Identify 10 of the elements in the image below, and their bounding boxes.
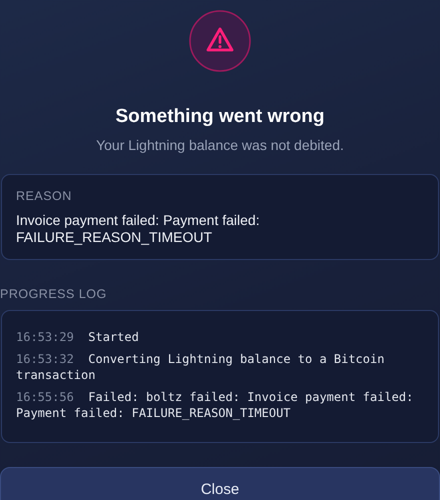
log-entry: 16:53:32 Converting Lightning balance to a Bitcoin transaction bbox=[16, 350, 386, 384]
progress-log-label: PROGRESS LOG bbox=[0, 287, 108, 301]
reason-text: Invoice payment failed: Payment failed: FAILURE_REASON_TIMEOUT bbox=[16, 212, 261, 246]
log-entry: 16:55:56 Failed: boltz failed: Invoice payment failed: Payment failed: FAILURE_REASON_TIMEOUT bbox=[16, 388, 414, 422]
error-subtitle: Your Lightning balance was not debited. bbox=[95, 137, 345, 153]
warning-icon bbox=[189, 10, 251, 72]
close-button[interactable]: Close bbox=[0, 466, 440, 500]
reason-label: REASON bbox=[16, 189, 73, 203]
log-entry: 16:53:29 Started bbox=[16, 329, 140, 346]
error-title: Something went wrong bbox=[114, 106, 326, 128]
